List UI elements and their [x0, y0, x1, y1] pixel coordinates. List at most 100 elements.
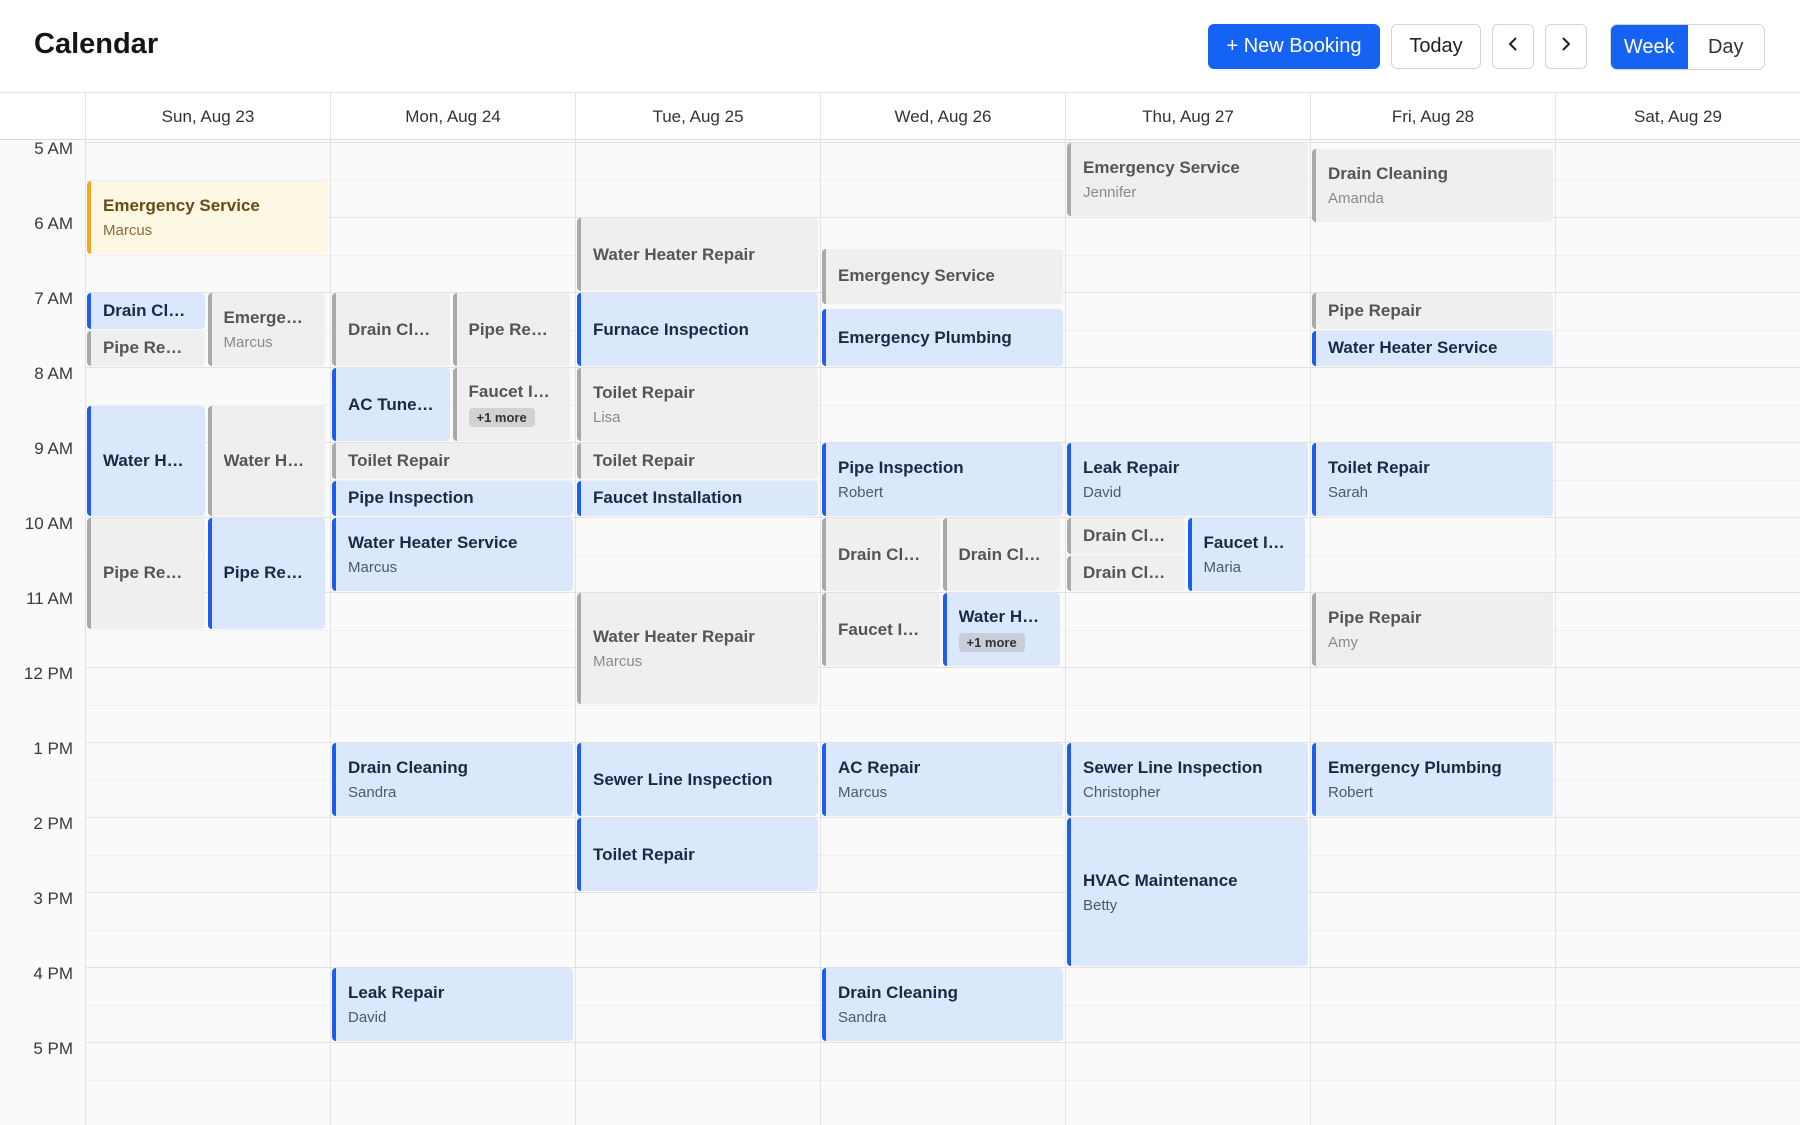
calendar-event[interactable]: Pipe Repair	[1312, 293, 1553, 329]
day-header[interactable]: Sun, Aug 23	[85, 93, 330, 140]
calendar-event[interactable]: Toilet Repair	[577, 818, 818, 891]
calendar-event[interactable]: HVAC Maintenance Betty	[1067, 818, 1308, 966]
calendar-event[interactable]: Sewer Line Inspection	[577, 743, 818, 816]
event-title: Emergency Service	[223, 308, 314, 327]
hour-label: 4 PM	[33, 964, 73, 983]
day-header[interactable]: Thu, Aug 27	[1065, 93, 1310, 140]
day-header[interactable]: Sat, Aug 29	[1555, 93, 1800, 140]
half-hour-gridline	[85, 1079, 1800, 1081]
calendar-event[interactable]: Faucet Installation +1 more	[452, 368, 570, 441]
calendar-event[interactable]: Emergency Plumbing Robert	[1312, 743, 1553, 816]
event-title: Toilet Repair	[593, 383, 695, 402]
calendar-event[interactable]: Faucet Installation	[577, 480, 818, 516]
hour-label: 2 PM	[33, 814, 73, 833]
calendar-event[interactable]: Water Heater Repair	[577, 218, 818, 291]
calendar-event[interactable]: Pipe Repair	[87, 330, 205, 366]
calendar-event[interactable]: Emergency Service Marcus	[207, 293, 325, 366]
event-title: Emergency Service	[103, 195, 260, 215]
calendar-event[interactable]: Toilet Repair Lisa	[577, 368, 818, 441]
calendar-event[interactable]: Leak Repair David	[332, 968, 573, 1041]
calendar-event[interactable]: Pipe Repair	[452, 293, 570, 366]
calendar-event[interactable]: Toilet Repair	[332, 443, 573, 479]
event-title: Drain Cleaning	[838, 983, 958, 1002]
day-header[interactable]: Wed, Aug 26	[820, 93, 1065, 140]
calendar-event[interactable]: Emergency Service Jennifer	[1067, 143, 1308, 216]
calendar-event[interactable]: Toilet Repair Sarah	[1312, 443, 1553, 516]
calendar-event[interactable]: Drain Cleaning	[942, 518, 1060, 591]
day-column-divider	[1310, 140, 1311, 1125]
app-header: Calendar + New Booking Today Week Day	[0, 0, 1800, 93]
event-title: Pipe Repair	[223, 563, 314, 583]
calendar-event[interactable]: Leak Repair David	[1067, 443, 1308, 516]
event-technician: Robert	[838, 484, 884, 501]
event-title: Drain Cleaning	[103, 300, 193, 320]
calendar-event[interactable]: Water Heater Repair +1 more	[942, 593, 1060, 666]
calendar-event[interactable]: Drain Cleaning	[1067, 518, 1185, 554]
more-events-badge[interactable]: +1 more	[468, 408, 535, 427]
calendar-event[interactable]: AC Tune-Up	[332, 368, 450, 441]
calendar-event[interactable]: Faucet Installation	[822, 593, 940, 666]
hour-label: 9 AM	[34, 439, 73, 458]
event-title: Water Heater Repair	[223, 450, 314, 470]
calendar-event[interactable]: Toilet Repair	[577, 443, 818, 479]
event-title: Toilet Repair	[348, 450, 450, 470]
event-title: Faucet Installation	[468, 382, 559, 401]
day-column-divider	[575, 140, 576, 1125]
hour-gridline	[85, 1042, 1800, 1043]
event-title: Leak Repair	[348, 983, 445, 1002]
calendar-event[interactable]: Pipe Repair	[87, 518, 205, 629]
calendar-event[interactable]: Drain Cleaning	[87, 293, 205, 329]
event-title: Pipe Repair	[103, 338, 193, 358]
event-technician: Jennifer	[1083, 184, 1137, 201]
calendar-event[interactable]: Drain Cleaning Amanda	[1312, 149, 1553, 223]
calendar-event[interactable]: Emergency Plumbing	[822, 309, 1063, 366]
day-header[interactable]: Tue, Aug 25	[575, 93, 820, 140]
event-title: Drain Cleaning	[348, 319, 438, 339]
calendar-event[interactable]: Drain Cleaning Sandra	[332, 743, 573, 816]
calendar-event[interactable]: Water Heater Repair	[87, 405, 205, 516]
next-week-button[interactable]	[1545, 24, 1587, 69]
more-events-badge[interactable]: +1 more	[958, 633, 1025, 652]
calendar-event[interactable]: Furnace Inspection	[577, 293, 818, 366]
event-technician: Christopher	[1083, 784, 1161, 801]
event-technician: Betty	[1083, 896, 1118, 914]
hour-label: 5 AM	[34, 139, 73, 158]
week-view-button[interactable]: Week	[1611, 25, 1688, 69]
calendar-event[interactable]: AC Repair Marcus	[822, 743, 1063, 816]
calendar-event[interactable]: Pipe Inspection	[332, 480, 573, 516]
calendar-event[interactable]: Water Heater Repair Marcus	[577, 593, 818, 704]
day-header[interactable]: Fri, Aug 28	[1310, 93, 1555, 140]
calendar-event[interactable]: Water Heater Service	[1312, 330, 1553, 366]
hour-label: 1 PM	[33, 739, 73, 758]
calendar-event[interactable]: Pipe Inspection Robert	[822, 443, 1063, 516]
hour-gridline	[85, 817, 1800, 818]
event-title: Emergency Plumbing	[838, 327, 1012, 347]
prev-week-button[interactable]	[1492, 24, 1534, 69]
calendar-event[interactable]: Emergency Service	[822, 249, 1063, 304]
hour-label: 7 AM	[34, 289, 73, 308]
hour-gridline	[85, 142, 1800, 143]
event-title: Furnace Inspection	[593, 319, 749, 339]
calendar-event[interactable]: Water Heater Service Marcus	[332, 518, 573, 591]
day-column-divider	[1065, 140, 1066, 1125]
hour-label: 12 PM	[23, 664, 73, 683]
calendar-event[interactable]: Pipe Repair	[207, 518, 325, 629]
event-title: Toilet Repair	[1328, 458, 1430, 477]
hour-label: 6 AM	[34, 214, 73, 233]
calendar-event[interactable]: Drain Cleaning	[822, 518, 940, 591]
calendar-event[interactable]: Drain Cleaning	[332, 293, 450, 366]
calendar-event[interactable]: Sewer Line Inspection Christopher	[1067, 743, 1308, 816]
day-header[interactable]: Mon, Aug 24	[330, 93, 575, 140]
calendar-event[interactable]: Drain Cleaning Sandra	[822, 968, 1063, 1041]
new-booking-button[interactable]: + New Booking	[1208, 24, 1380, 69]
calendar-event[interactable]: Water Heater Repair	[207, 405, 325, 516]
calendar-event[interactable]: Drain Cleaning	[1067, 555, 1185, 591]
hour-label: 11 AM	[26, 589, 73, 608]
today-button[interactable]: Today	[1391, 24, 1481, 69]
event-title: Water Heater Repair	[103, 450, 193, 470]
calendar-event[interactable]: Emergency Service Marcus	[87, 180, 328, 254]
calendar-event[interactable]: Pipe Repair Amy	[1312, 593, 1553, 666]
calendar-event[interactable]: Faucet Installation Maria	[1187, 518, 1305, 591]
day-view-button[interactable]: Day	[1687, 25, 1764, 69]
event-title: Water Heater Service	[348, 533, 518, 552]
